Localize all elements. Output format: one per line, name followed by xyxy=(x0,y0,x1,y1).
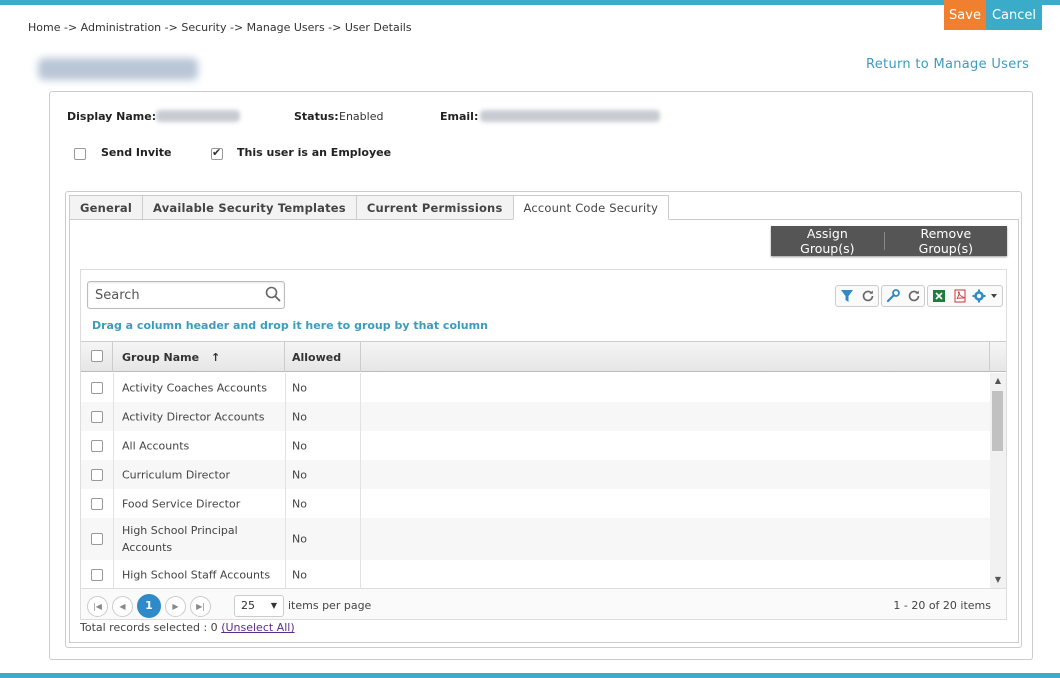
tab-account-code-security[interactable]: Account Code Security xyxy=(512,195,670,220)
grid-vertical-scrollbar[interactable]: ▲ ▼ xyxy=(990,373,1006,588)
assign-groups-button[interactable]: Assign Group(s) xyxy=(771,226,884,256)
display-name-label: Display Name: xyxy=(67,110,157,123)
page-size-value: 25 xyxy=(241,599,255,612)
tab-available-security-templates[interactable]: Available Security Templates xyxy=(142,195,357,220)
row-checkbox[interactable] xyxy=(91,381,103,394)
status-value: Enabled xyxy=(339,110,384,123)
filter-icon[interactable] xyxy=(836,286,857,306)
status-label: Status: xyxy=(294,110,339,123)
next-page-icon[interactable]: ▶ xyxy=(165,596,186,617)
group-name-cell: High School Principal Accounts xyxy=(122,524,238,554)
header-allowed[interactable]: Allowed xyxy=(285,342,361,372)
table-row[interactable]: High School Principal Accounts No xyxy=(81,518,990,560)
allowed-cell: No xyxy=(292,381,307,394)
tab-general[interactable]: General xyxy=(69,195,143,220)
group-name-cell: Food Service Director xyxy=(122,497,241,510)
wrench-icon[interactable] xyxy=(882,286,903,306)
tab-current-permissions[interactable]: Current Permissions xyxy=(355,195,514,220)
search-input[interactable] xyxy=(88,282,258,308)
grid-rows: Activity Coaches Accounts No Activity Di… xyxy=(81,373,990,588)
table-row[interactable]: High School Staff Accounts No xyxy=(81,560,990,588)
grid-pager: |◀ ◀ 1 ▶ ▶| 25 ▼ items per page 1 - 20 o… xyxy=(81,588,1006,619)
sort-ascending-icon: ↑ xyxy=(210,351,221,364)
grid-toolbar xyxy=(835,285,1005,307)
group-name-cell: Activity Director Accounts xyxy=(122,410,265,423)
display-name-value-redacted xyxy=(156,110,240,122)
filter-group xyxy=(835,285,879,307)
header-group-name-label: Group Name xyxy=(122,351,200,364)
first-page-icon[interactable]: |◀ xyxy=(87,596,108,617)
scroll-up-arrow-icon[interactable]: ▲ xyxy=(990,375,1006,387)
cancel-button[interactable]: Cancel xyxy=(986,0,1042,30)
employee-checkbox[interactable] xyxy=(211,146,223,160)
pager-range-info: 1 - 20 of 20 items xyxy=(893,599,991,612)
select-all-checkbox[interactable] xyxy=(91,350,103,362)
row-checkbox[interactable] xyxy=(91,568,103,581)
send-invite-label: Send Invite xyxy=(101,146,172,159)
bottom-accent-bar xyxy=(0,673,1060,678)
email-value-redacted xyxy=(480,110,660,122)
allowed-cell: No xyxy=(292,532,307,546)
scroll-down-arrow-icon[interactable]: ▼ xyxy=(990,574,1006,586)
header-select-all-cell xyxy=(81,342,113,372)
save-button[interactable]: Save xyxy=(944,0,986,30)
group-actions-toolbar: Assign Group(s) Remove Group(s) xyxy=(771,226,1007,256)
unselect-all-link[interactable]: (Unselect All) xyxy=(221,621,294,634)
page-number-button[interactable]: 1 xyxy=(137,594,161,618)
top-accent-bar xyxy=(0,0,1060,5)
group-name-cell: All Accounts xyxy=(122,439,190,452)
grid-header: Group Name ↑ Allowed xyxy=(81,341,1006,372)
table-row[interactable]: Curriculum Director No xyxy=(81,460,990,489)
column-divider xyxy=(285,373,286,588)
row-checkbox[interactable] xyxy=(91,439,103,452)
chevron-down-icon: ▼ xyxy=(270,601,277,610)
user-full-name-redacted xyxy=(38,58,198,80)
reset-icon[interactable] xyxy=(903,286,924,306)
total-selected-label: Total records selected : 0 xyxy=(80,621,218,634)
allowed-cell: No xyxy=(292,439,307,452)
excel-export-icon[interactable] xyxy=(928,286,949,306)
header-group-name[interactable]: Group Name ↑ xyxy=(113,342,285,372)
export-group xyxy=(927,285,1003,307)
header-filler xyxy=(361,342,990,372)
allowed-cell: No xyxy=(292,568,307,581)
return-to-manage-users-link[interactable]: Return to Manage Users xyxy=(866,57,1029,72)
group-name-cell: High School Staff Accounts xyxy=(122,568,271,581)
gear-menu-icon[interactable] xyxy=(970,286,1002,306)
email-label: Email: xyxy=(440,110,479,123)
row-checkbox[interactable] xyxy=(91,468,103,481)
allowed-cell: No xyxy=(292,410,307,423)
column-divider xyxy=(360,373,361,588)
remove-groups-button[interactable]: Remove Group(s) xyxy=(885,226,1007,256)
column-divider xyxy=(113,373,114,588)
send-invite-checkbox[interactable] xyxy=(74,148,86,160)
row-checkbox[interactable] xyxy=(91,497,103,510)
prev-page-icon[interactable]: ◀ xyxy=(112,596,133,617)
row-checkbox[interactable] xyxy=(91,533,103,545)
group-by-drop-zone[interactable]: Drag a column header and drop it here to… xyxy=(92,319,488,332)
clear-filter-refresh-icon[interactable] xyxy=(857,286,878,306)
pdf-export-icon[interactable] xyxy=(949,286,970,306)
tab-strip: General Available Security Templates Cur… xyxy=(69,195,670,220)
table-row[interactable]: Activity Director Accounts No xyxy=(81,402,990,431)
allowed-cell: No xyxy=(292,468,307,481)
employee-label: This user is an Employee xyxy=(237,146,392,159)
page-size-select[interactable]: 25 ▼ xyxy=(234,595,284,617)
search-icon[interactable] xyxy=(264,285,282,303)
search-box xyxy=(87,281,285,309)
items-per-page-label: items per page xyxy=(288,599,372,612)
last-page-icon[interactable]: ▶| xyxy=(190,596,211,617)
allowed-cell: No xyxy=(292,497,307,510)
settings-group xyxy=(881,285,925,307)
scroll-thumb[interactable] xyxy=(992,391,1003,451)
table-row[interactable]: Food Service Director No xyxy=(81,489,990,518)
group-name-cell: Curriculum Director xyxy=(122,468,231,481)
group-name-cell: Activity Coaches Accounts xyxy=(122,381,267,394)
row-checkbox[interactable] xyxy=(91,410,103,423)
table-row[interactable]: Activity Coaches Accounts No xyxy=(81,373,990,402)
breadcrumb: Home -> Administration -> Security -> Ma… xyxy=(28,21,412,34)
total-selected: Total records selected : 0 (Unselect All… xyxy=(80,621,295,634)
table-row[interactable]: All Accounts No xyxy=(81,431,990,460)
